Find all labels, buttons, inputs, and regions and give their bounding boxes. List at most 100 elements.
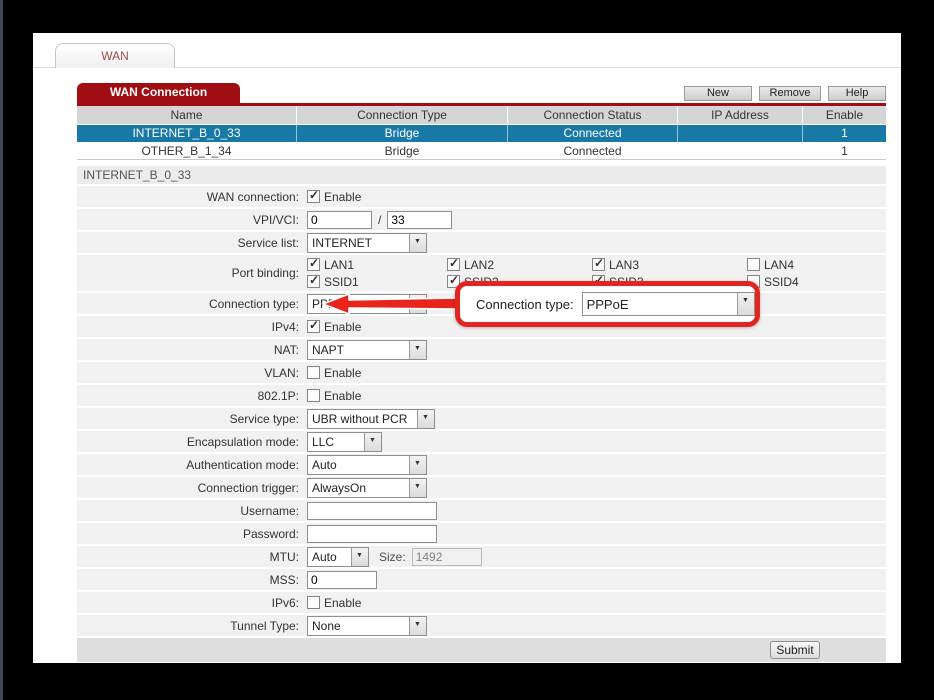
form-row-service-list: Service list: INTERNET <box>77 232 886 253</box>
checkbox-label: Enable <box>324 366 361 380</box>
window-edge-strip <box>0 0 3 700</box>
checkbox-label: Enable <box>324 320 361 334</box>
checkbox-label: LAN2 <box>464 258 494 272</box>
select-value: LLC <box>308 435 364 449</box>
field-label: IPv4: <box>77 320 307 334</box>
checkbox-label: LAN1 <box>324 258 354 272</box>
lan3-checkbox[interactable] <box>592 258 605 271</box>
cell-type: Bridge <box>297 125 508 142</box>
select-value: UBR without PCR <box>308 412 417 426</box>
table-header: Name Connection Type Connection Status I… <box>77 106 886 124</box>
ipv6-enable-checkbox[interactable] <box>307 596 320 609</box>
lan2-checkbox[interactable] <box>447 258 460 271</box>
field-label: Password: <box>77 527 307 541</box>
dropdown-arrow-icon[interactable] <box>351 548 368 566</box>
form-row-encapsulation-mode: Encapsulation mode: LLC <box>77 431 886 452</box>
select-value: AlwaysOn <box>308 481 409 495</box>
cell-name: INTERNET_B_0_33 <box>77 125 297 142</box>
form-footer: Submit <box>77 638 886 662</box>
form-row-wan-connection: WAN connection: Enable <box>77 186 886 207</box>
form-row-mss: MSS: <box>77 569 886 590</box>
connection-trigger-select[interactable]: AlwaysOn <box>307 478 427 498</box>
authentication-mode-select[interactable]: Auto <box>307 455 427 475</box>
tunnel-type-select[interactable]: None <box>307 616 427 636</box>
field-label: Port binding: <box>77 266 307 280</box>
field-label: WAN connection: <box>77 190 307 204</box>
field-label: MTU: <box>77 550 307 564</box>
vci-input[interactable] <box>387 211 452 229</box>
checkbox-label: LAN3 <box>609 258 639 272</box>
wan-connection-panel: WAN Connection New Remove Help Name Conn… <box>77 83 886 662</box>
form-row-password: Password: <box>77 523 886 544</box>
submit-button[interactable]: Submit <box>770 641 820 659</box>
router-admin-page: WAN WAN Connection New Remove Help Name … <box>33 33 901 663</box>
checkbox-label: Enable <box>324 190 361 204</box>
field-label: Authentication mode: <box>77 458 307 472</box>
nat-select[interactable]: NAPT <box>307 340 427 360</box>
service-type-select[interactable]: UBR without PCR <box>307 409 435 429</box>
callout-label: Connection type: <box>476 297 574 312</box>
select-value: PPPoE <box>583 297 737 312</box>
vpi-input[interactable] <box>307 211 372 229</box>
field-label: Connection type: <box>77 297 307 311</box>
table-row[interactable]: OTHER_B_1_34 Bridge Connected 1 <box>77 143 886 160</box>
dropdown-arrow-icon[interactable] <box>409 456 426 474</box>
ssid1-checkbox[interactable] <box>307 275 320 288</box>
encapsulation-mode-select[interactable]: LLC <box>307 432 382 452</box>
mtu-size-label: Size: <box>379 550 406 564</box>
form-row-vlan: VLAN: Enable <box>77 362 886 383</box>
table-action-buttons: New Remove Help <box>684 86 886 101</box>
table-row[interactable]: INTERNET_B_0_33 Bridge Connected 1 <box>77 125 886 142</box>
form-row-connection-trigger: Connection trigger: AlwaysOn <box>77 477 886 498</box>
select-value: Auto <box>308 458 409 472</box>
tab-wan[interactable]: WAN <box>55 43 175 68</box>
col-connection-type: Connection Type <box>297 106 508 124</box>
dropdown-arrow-icon[interactable] <box>409 341 426 359</box>
checkbox-label: LAN4 <box>764 258 794 272</box>
field-label: NAT: <box>77 343 307 357</box>
username-input[interactable] <box>307 502 437 520</box>
vpi-vci-separator: / <box>378 213 381 227</box>
col-enable: Enable <box>803 106 886 124</box>
wan-connection-enable-checkbox[interactable] <box>307 190 320 203</box>
ipv4-enable-checkbox[interactable] <box>307 320 320 333</box>
panel-header: WAN Connection New Remove Help <box>77 83 886 103</box>
field-label: Connection trigger: <box>77 481 307 495</box>
dropdown-arrow-icon[interactable] <box>409 234 426 252</box>
dropdown-arrow-icon[interactable] <box>409 479 426 497</box>
select-value: INTERNET <box>308 236 409 250</box>
cell-status: Connected <box>508 143 678 159</box>
new-button[interactable]: New <box>684 86 752 101</box>
help-button[interactable]: Help <box>828 86 886 101</box>
form-row-8021p: 802.1P: Enable <box>77 385 886 406</box>
dropdown-arrow-icon[interactable] <box>409 617 426 635</box>
remove-button[interactable]: Remove <box>759 86 821 101</box>
vlan-enable-checkbox[interactable] <box>307 366 320 379</box>
field-label: IPv6: <box>77 596 307 610</box>
field-label: 802.1P: <box>77 389 307 403</box>
callout-connection-type-select: PPPoE <box>582 292 755 316</box>
field-label: VLAN: <box>77 366 307 380</box>
field-label: MSS: <box>77 573 307 587</box>
top-tab-strip: WAN <box>33 38 901 68</box>
cell-type: Bridge <box>297 143 508 159</box>
service-list-select[interactable]: INTERNET <box>307 233 427 253</box>
8021p-enable-checkbox[interactable] <box>307 389 320 402</box>
col-ip-address: IP Address <box>678 106 803 124</box>
mss-input[interactable] <box>307 571 377 589</box>
field-label: VPI/VCI: <box>77 213 307 227</box>
field-label: Username: <box>77 504 307 518</box>
password-input[interactable] <box>307 525 437 543</box>
cell-ip <box>678 125 803 142</box>
form-row-authentication-mode: Authentication mode: Auto <box>77 454 886 475</box>
field-label: Tunnel Type: <box>77 619 307 633</box>
checkbox-label: SSID4 <box>764 275 799 289</box>
col-connection-status: Connection Status <box>508 106 678 124</box>
dropdown-arrow-icon[interactable] <box>364 433 381 451</box>
mtu-select[interactable]: Auto <box>307 547 369 567</box>
lan4-checkbox[interactable] <box>747 258 760 271</box>
lan1-checkbox[interactable] <box>307 258 320 271</box>
select-value: NAPT <box>308 343 409 357</box>
form-row-vpi-vci: VPI/VCI: / <box>77 209 886 230</box>
dropdown-arrow-icon[interactable] <box>417 410 434 428</box>
